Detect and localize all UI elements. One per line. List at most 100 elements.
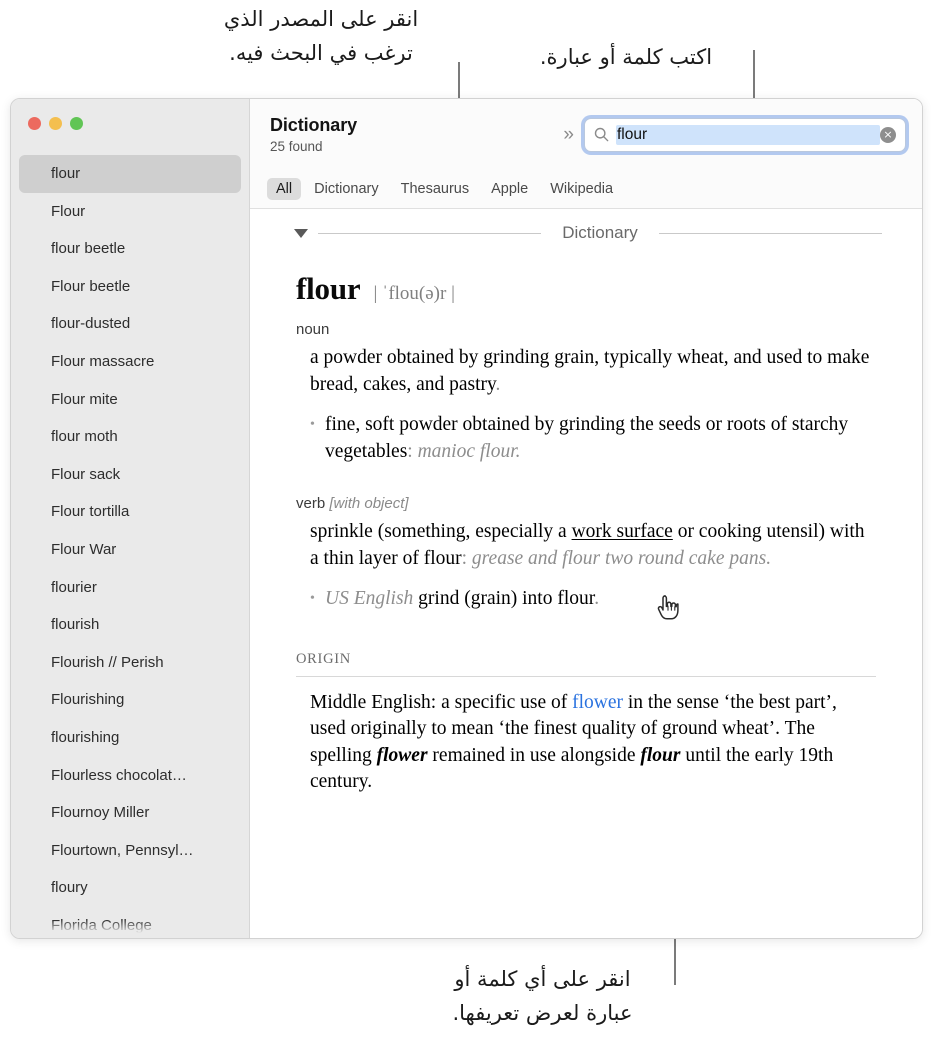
verb-block: verb [with object] sprinkle (something, … [294,495,894,613]
sidebar-item-flour-beetle-lower[interactable]: flour beetle [19,230,241,268]
entry-head: flour | ˈflou(ə)r | [296,271,894,307]
sidebar-item-flournoy-miller[interactable]: Flournoy Miller [19,794,241,832]
sidebar-item-label: Flour War [51,540,117,558]
noun-pos-label: noun [296,321,330,338]
sidebar-item-flourishing-upper[interactable]: Flourishing [19,681,241,719]
sidebar-item-flour-dusted[interactable]: flour-dusted [19,305,241,343]
callout-type-text: اكتب كلمة أو عبارة. [539,45,713,69]
origin-rule [296,675,876,677]
callout-source-text: انقر على المصدر الذي ترغب في البحث فيه. [223,7,419,65]
search-field[interactable]: flour × [584,117,906,152]
verb-sense-colon: : [461,547,472,569]
results-count: 25 found [270,139,323,154]
minimize-window-button[interactable] [49,117,62,130]
pronunciation: | ˈflou(ə)r | [373,283,455,304]
verb-sublist: US English grind (grain) into flour. [310,586,885,613]
sidebar-item-flour-war[interactable]: Flour War [19,531,241,569]
tab-apple[interactable]: Apple [482,178,537,200]
verb-sense-pre: sprinkle (something, especially a [310,521,572,542]
noun-sense-text: a powder obtained by grinding grain, typ… [310,347,870,395]
close-window-button[interactable] [28,117,41,130]
verb-sense-example: grease and flour two round cake pans. [471,547,772,569]
sidebar-item-label: Flour massacre [51,352,155,370]
noun-sublist: fine, soft powder obtained by grinding t… [310,412,885,465]
work-surface-link[interactable]: work surface [572,521,673,542]
tab-wikipedia[interactable]: Wikipedia [541,178,622,200]
sidebar-item-label: Flour mite [51,390,118,408]
callout-click-text: انقر على أي كلمة أو عبارة لعرض تعريفها. [452,967,633,1025]
section-rule-right [658,232,882,234]
sidebar-item-flourish[interactable]: flourish [19,606,241,644]
sidebar-item-flour-moth[interactable]: flour moth [19,418,241,456]
maximize-window-button[interactable] [70,117,83,130]
definition-article: Dictionary flour | ˈflou(ə)r | noun a po… [250,209,922,938]
noun-sense-1: a powder obtained by grinding grain, typ… [310,345,875,398]
dictionary-window: flour Flour flour beetle Flour beetle fl… [10,98,923,939]
tab-thesaurus[interactable]: Thesaurus [392,178,479,200]
disclosure-triangle-icon[interactable] [294,228,308,238]
sidebar-item-label: flourishing [51,728,120,746]
origin-bold-flower: flower [376,744,428,766]
section-header: Dictionary [294,223,894,243]
noun-part-of-speech: noun [296,321,894,338]
sidebar-item-flourtown-pennsylvania[interactable]: Flourtown, Pennsyl… [19,832,241,870]
headword: flour [296,271,361,306]
origin-pre: Middle English: a specific use of [310,691,573,713]
verb-subsense-label: US English [325,588,419,609]
sidebar-item-flourier[interactable]: flourier [19,569,241,607]
tab-all[interactable]: All [267,178,302,200]
sidebar-item-flourishing-lower[interactable]: flourishing [19,719,241,757]
sidebar-item-label: Flourish // Perish [51,653,164,671]
overflow-chevron-icon[interactable]: » [563,124,573,146]
sidebar-item-florida-college[interactable]: Florida College [19,907,241,938]
sidebar-item-label: floury [51,879,88,897]
source-tab-bar[interactable]: All Dictionary Thesaurus Apple Wikipedia [250,170,922,209]
section-title: Dictionary [562,223,638,242]
sidebar-item-flourless-chocolate[interactable]: Flourless chocolat… [19,757,241,795]
verb-part-of-speech: verb [with object] [296,495,894,512]
noun-subsense-text: fine, soft powder obtained by grinding t… [325,414,849,462]
origin-bold-flour: flour [640,744,681,766]
app-title: Dictionary [270,115,358,135]
title-block: Dictionary 25 found [270,115,357,154]
sidebar-item-flour-upper[interactable]: Flour [19,193,241,231]
noun-subsense-1: fine, soft powder obtained by grinding t… [310,412,885,465]
sidebar-item-flour-sack[interactable]: Flour sack [19,456,241,494]
sidebar-item-flourish-perish[interactable]: Flourish // Perish [19,644,241,682]
origin-mid2: remained in use alongside [427,744,641,766]
content-pane: Dictionary 25 found » flour × All Dictio… [250,99,922,938]
sidebar-item-label: flour [51,165,81,182]
flower-link[interactable]: flower [572,692,623,713]
verb-subsense-period: . [594,588,600,609]
tab-dictionary[interactable]: Dictionary [305,178,387,200]
sidebar-item-label: Flourtown, Pennsyl… [51,841,194,859]
search-results-list[interactable]: flour Flour flour beetle Flour beetle fl… [11,135,249,938]
sidebar-item-flour-tortilla[interactable]: Flour tortilla [19,493,241,531]
verb-subsense-text: grind (grain) into flour [418,588,595,609]
sidebar-item-label: Flour beetle [51,277,131,295]
verb-sense-1: sprinkle (something, especially a work s… [310,519,875,572]
sidebar-item-label: flour beetle [51,240,126,258]
window-controls [11,99,249,135]
search-icon [594,127,609,142]
sidebar-item-flour-massacre[interactable]: Flour massacre [19,343,241,381]
verb-subsense-1: US English grind (grain) into flour. [310,586,885,613]
sidebar-item-label: flourier [51,578,97,596]
sidebar-item-label: flour moth [51,428,118,446]
sidebar-item-flour-beetle-upper[interactable]: Flour beetle [19,268,241,306]
section-rule-left [318,232,542,234]
sidebar-item-flour-lower[interactable]: flour [19,155,241,193]
sidebar-item-label: Flourless chocolat… [51,766,187,784]
verb-pos-label: verb [296,495,326,512]
noun-subsense-example: manioc flour. [417,440,521,462]
sidebar: flour Flour flour beetle Flour beetle fl… [11,99,250,938]
clear-search-icon[interactable]: × [880,126,896,143]
sidebar-item-label: Flour sack [51,465,121,483]
toolbar: Dictionary 25 found » flour × [250,99,922,170]
sidebar-item-floury[interactable]: floury [19,869,241,907]
sidebar-item-flour-mite[interactable]: Flour mite [19,381,241,419]
search-input-value[interactable]: flour [616,124,880,145]
sidebar-item-label: Florida College [51,916,152,934]
verb-pos-note: [with object] [329,495,409,512]
sidebar-item-label: Flour [51,202,86,220]
